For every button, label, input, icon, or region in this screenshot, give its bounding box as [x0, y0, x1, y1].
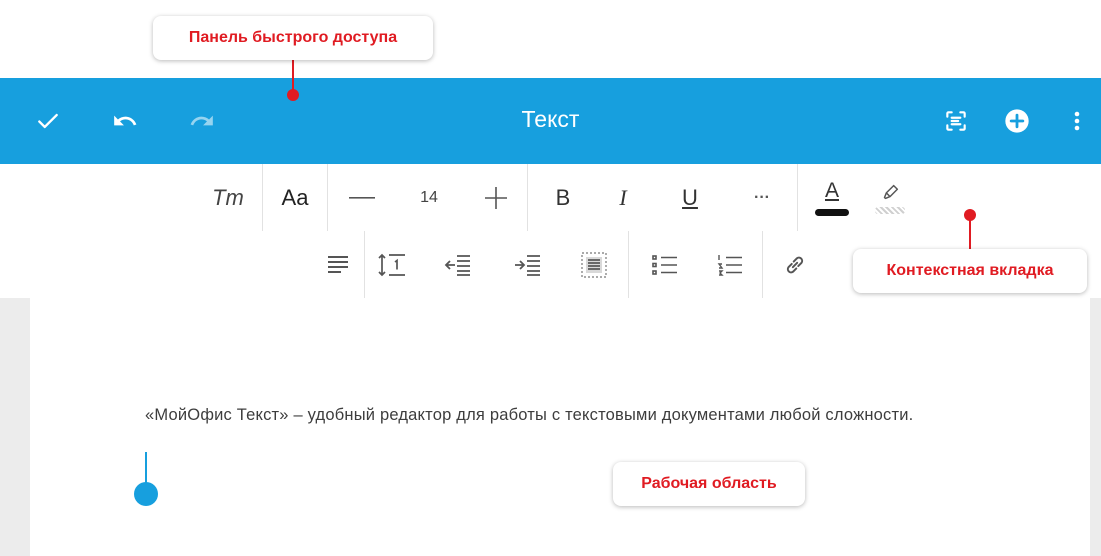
- outdent-icon[interactable]: [438, 247, 478, 283]
- italic-button[interactable]: I: [603, 180, 643, 216]
- text-style-glyph: Tт: [212, 185, 244, 210]
- workspace[interactable]: «МойОфис Текст» – удобный редактор для р…: [0, 298, 1101, 556]
- highlight-icon[interactable]: [870, 172, 910, 222]
- font-size-label: 14: [420, 189, 438, 206]
- highlight-swatch: [875, 206, 905, 214]
- callout-workspace: Рабочая область: [613, 462, 805, 506]
- separator: [762, 231, 763, 298]
- bulleted-list-icon[interactable]: [645, 247, 685, 283]
- document-page[interactable]: «МойОфис Текст» – удобный редактор для р…: [30, 298, 1090, 556]
- italic-label: I: [619, 185, 627, 210]
- callout-quick-access-dot: [287, 89, 299, 101]
- font-size-increase-button[interactable]: [474, 180, 518, 216]
- font-button-label: Aa: [281, 185, 309, 210]
- text-wrap-icon[interactable]: [574, 247, 614, 283]
- separator: [527, 164, 528, 231]
- cursor-handle[interactable]: [134, 482, 158, 506]
- bold-button[interactable]: B: [543, 180, 583, 216]
- more-format-label: ···: [754, 189, 770, 206]
- numbered-list-icon[interactable]: [710, 247, 750, 283]
- callout-context-tab-line: [969, 215, 971, 251]
- font-color-letter: A: [824, 178, 839, 202]
- add-circle-icon[interactable]: [1000, 104, 1034, 138]
- app-bar: Текст: [0, 78, 1101, 242]
- callout-context-tab-label: Контекстная вкладка: [886, 262, 1054, 279]
- font-color-swatch: [815, 208, 849, 216]
- font-button[interactable]: Aa: [270, 180, 320, 216]
- align-left-icon[interactable]: [320, 247, 356, 283]
- document-text[interactable]: «МойОфис Текст» – удобный редактор для р…: [145, 404, 1030, 427]
- link-icon[interactable]: [775, 247, 815, 283]
- separator: [628, 231, 629, 298]
- text-style-icon[interactable]: Tт: [208, 180, 248, 216]
- separator: [262, 164, 263, 231]
- line-spacing-icon[interactable]: [372, 247, 412, 283]
- underline-label: U: [682, 185, 698, 210]
- font-color-button[interactable]: A: [810, 172, 854, 222]
- separator: [797, 164, 798, 231]
- cursor-line: [145, 452, 147, 486]
- callout-quick-access: Панель быстрого доступа: [153, 16, 433, 60]
- format-toolbar: Tт Aa 14 B I U ··· A: [0, 164, 1101, 232]
- document-title: Текст: [521, 106, 580, 132]
- separator: [327, 164, 328, 231]
- callout-context-tab: Контекстная вкладка: [853, 249, 1087, 293]
- font-size-value[interactable]: 14: [404, 180, 454, 216]
- callout-quick-access-label: Панель быстрого доступа: [188, 29, 398, 46]
- bold-label: B: [555, 185, 571, 210]
- callout-workspace-label: Рабочая область: [641, 475, 777, 492]
- scan-icon[interactable]: [939, 104, 973, 138]
- more-vertical-icon[interactable]: [1065, 104, 1089, 138]
- separator: [364, 231, 365, 298]
- indent-icon[interactable]: [508, 247, 548, 283]
- more-format-button[interactable]: ···: [742, 180, 782, 216]
- font-size-decrease-button[interactable]: [340, 180, 384, 216]
- underline-button[interactable]: U: [670, 180, 710, 216]
